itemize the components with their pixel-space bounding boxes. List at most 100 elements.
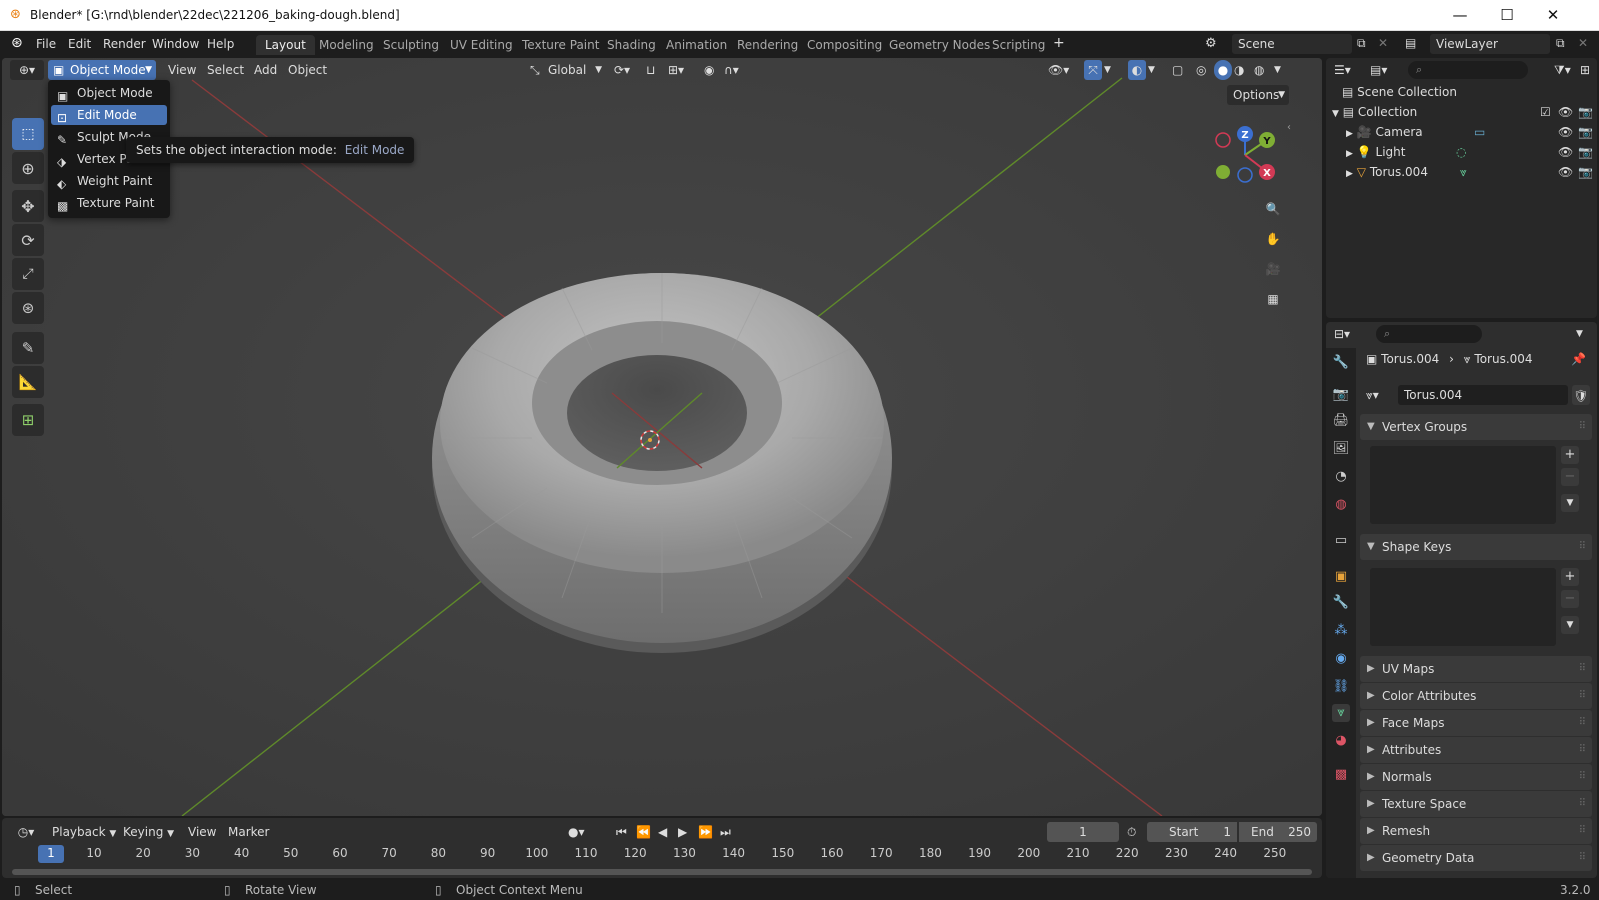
drag-handle-icon[interactable]: ⠿ <box>1579 791 1586 817</box>
panel-normals[interactable]: ▶ Normals ⠿ <box>1360 764 1592 790</box>
vertex-groups-list[interactable] <box>1370 446 1556 524</box>
mesh-data-tab-icon[interactable]: ⩔ <box>1332 704 1350 722</box>
preview-range-icon[interactable]: ⏱ <box>1127 822 1136 842</box>
outliner-row-light[interactable]: ▶ 💡 Light ◌ 👁 📷 <box>1326 142 1597 162</box>
drag-handle-icon[interactable]: ⠿ <box>1579 764 1586 790</box>
minimize-button[interactable]: — <box>1437 0 1483 31</box>
new-scene-icon[interactable]: ⧉ <box>1357 36 1366 51</box>
drag-handle-icon[interactable]: ⠿ <box>1579 737 1586 763</box>
add-workspace-button[interactable]: + <box>1053 35 1065 51</box>
move-tool-icon[interactable]: ✥ <box>12 190 44 222</box>
remove-shape-key-button[interactable]: − <box>1561 590 1579 608</box>
fake-user-icon[interactable]: 🛡 <box>1572 385 1590 405</box>
drag-handle-icon[interactable]: ⠿ <box>1579 656 1586 682</box>
scene-field[interactable]: Scene <box>1232 34 1352 54</box>
checkbox-icon[interactable]: ☑ <box>1540 102 1551 122</box>
end-frame-field[interactable]: End 250 <box>1239 822 1317 842</box>
viewport-menu-object[interactable]: Object <box>288 60 327 80</box>
tab-layout[interactable]: Layout <box>256 35 315 55</box>
constraints-tab-icon[interactable]: ⛓ <box>1332 678 1350 696</box>
tab-sculpting[interactable]: Sculpting <box>374 35 448 55</box>
tab-scripting[interactable]: Scripting <box>983 35 1054 55</box>
jump-end-icon[interactable]: ⏭ <box>720 822 731 842</box>
maximize-button[interactable]: ☐ <box>1484 0 1530 31</box>
mode-weight-paint[interactable]: ⬖ Weight Paint <box>51 171 167 191</box>
chevron-down-icon[interactable]: ▼ <box>1148 60 1155 80</box>
visibility-icon[interactable]: 👁▾ <box>1048 60 1069 80</box>
navigation-gizmo[interactable]: Z Y X <box>1207 120 1287 190</box>
outliner-row-scene-collection[interactable]: ▤ Scene Collection <box>1326 82 1597 102</box>
material-tab-icon[interactable]: ◕ <box>1332 732 1350 750</box>
delete-scene-icon[interactable]: ✕ <box>1378 36 1388 50</box>
tab-texture-paint[interactable]: Texture Paint <box>513 35 608 55</box>
add-vertex-group-button[interactable]: + <box>1561 446 1579 464</box>
rendered-shading-icon[interactable]: ◍ <box>1254 60 1264 80</box>
output-tab-icon[interactable]: 🖨 <box>1332 412 1350 430</box>
eye-icon[interactable]: 👁 <box>1558 162 1573 182</box>
drag-handle-icon[interactable]: ⠿ <box>1579 534 1586 560</box>
proportional-falloff-icon[interactable]: ∩▾ <box>724 60 739 80</box>
drag-handle-icon[interactable]: ⠿ <box>1579 818 1586 844</box>
outliner-editor-icon[interactable]: ☰▾ <box>1334 60 1351 80</box>
render-camera-icon[interactable]: 📷 <box>1578 102 1593 122</box>
panel-vertex-groups[interactable]: ▼ Vertex Groups ⠿ <box>1360 414 1592 440</box>
proportional-edit-icon[interactable]: ◉ <box>704 60 714 80</box>
timeline-menu-marker[interactable]: Marker <box>228 822 269 842</box>
display-mode-icon[interactable]: ▤▾ <box>1370 60 1387 80</box>
collection-tab-icon[interactable]: ▭ <box>1332 532 1350 550</box>
modifier-tab-icon[interactable]: 🔧 <box>1332 594 1350 612</box>
tab-modeling[interactable]: Modeling <box>310 35 383 55</box>
xray-icon[interactable]: ▢ <box>1172 60 1183 80</box>
chevron-down-icon[interactable]: ▼ <box>1576 324 1583 344</box>
overlay-toggle-icon[interactable]: ◐ <box>1128 60 1146 80</box>
editor-type-icon[interactable]: ⊕▾ <box>10 60 44 80</box>
rotate-tool-icon[interactable]: ⟳ <box>12 224 44 256</box>
delete-view-layer-icon[interactable]: ✕ <box>1578 36 1588 50</box>
gizmo-toggle-icon[interactable]: ⤧ <box>1084 60 1102 80</box>
menu-render[interactable]: Render <box>103 37 146 51</box>
properties-search-input[interactable]: ⌕ <box>1376 325 1482 343</box>
scene-tab-icon[interactable]: ◔ <box>1332 468 1350 486</box>
start-frame-field[interactable]: Start 1 <box>1147 822 1237 842</box>
annotate-tool-icon[interactable]: ✎ <box>12 332 44 364</box>
render-camera-icon[interactable]: 📷 <box>1578 142 1593 162</box>
remove-vertex-group-button[interactable]: − <box>1561 468 1579 486</box>
current-frame-field[interactable]: 1 <box>1047 822 1119 842</box>
panel-face-maps[interactable]: ▶ Face Maps ⠿ <box>1360 710 1592 736</box>
render-camera-icon[interactable]: 📷 <box>1578 122 1593 142</box>
jump-keyframe-forward-icon[interactable]: ⏩ <box>698 822 713 842</box>
panel-attributes[interactable]: ▶ Attributes ⠿ <box>1360 737 1592 763</box>
snap-target-icon[interactable]: ⊞▾ <box>668 60 684 80</box>
eye-icon[interactable]: 👁 <box>1558 122 1573 142</box>
measure-tool-icon[interactable]: 📐 <box>12 366 44 398</box>
view-layer-tab-icon[interactable]: 🖼 <box>1332 440 1350 458</box>
scene-selector-icon[interactable]: ⚙ <box>1205 36 1217 51</box>
render-tab-icon[interactable]: 📷 <box>1332 386 1350 404</box>
viewport-menu-add[interactable]: Add <box>254 60 277 80</box>
mode-object[interactable]: ▣ Object Mode <box>51 83 167 103</box>
eye-icon[interactable]: 👁 <box>1558 102 1573 122</box>
record-keyframe-icon[interactable]: ●▾ <box>568 822 585 842</box>
outliner[interactable]: ☰▾ ▤▾ ⌕ ⧩▾ ⊞ ▤ Scene Collection ▼ ▤ Coll… <box>1326 58 1597 318</box>
timeline-menu-playback[interactable]: Playback ▼ <box>52 822 116 842</box>
viewport-menu-select[interactable]: Select <box>207 60 244 80</box>
timeline-menu-view[interactable]: View <box>188 822 216 842</box>
viewport-menu-view[interactable]: View <box>168 60 196 80</box>
mode-texture-paint[interactable]: ▩ Texture Paint <box>51 193 167 213</box>
tab-animation[interactable]: Animation <box>657 35 736 55</box>
physics-tab-icon[interactable]: ◉ <box>1332 650 1350 668</box>
blender-menu-icon[interactable]: ⊛ <box>11 35 23 51</box>
tab-shading[interactable]: Shading <box>598 35 665 55</box>
pivot-point-icon[interactable]: ⟳▾ <box>614 60 630 80</box>
material-shading-icon[interactable]: ◑ <box>1234 60 1244 80</box>
mesh-name-input[interactable]: Torus.004 <box>1398 385 1568 405</box>
chevron-down-icon[interactable]: ▼ <box>1104 60 1111 80</box>
menu-edit[interactable]: Edit <box>68 37 91 51</box>
panel-geometry-data[interactable]: ▶ Geometry Data ⠿ <box>1360 845 1592 871</box>
panel-shape-keys[interactable]: ▼ Shape Keys ⠿ <box>1360 534 1592 560</box>
outliner-row-camera[interactable]: ▶ 🎥 Camera ▭ 👁 📷 <box>1326 122 1597 142</box>
properties-editor-icon[interactable]: ⊟▾ <box>1334 324 1350 344</box>
mesh-browse-icon[interactable]: ⩔▾ <box>1366 388 1379 402</box>
particles-tab-icon[interactable]: ⁂ <box>1332 622 1350 640</box>
wireframe-shading-icon[interactable]: ◎ <box>1196 60 1206 80</box>
